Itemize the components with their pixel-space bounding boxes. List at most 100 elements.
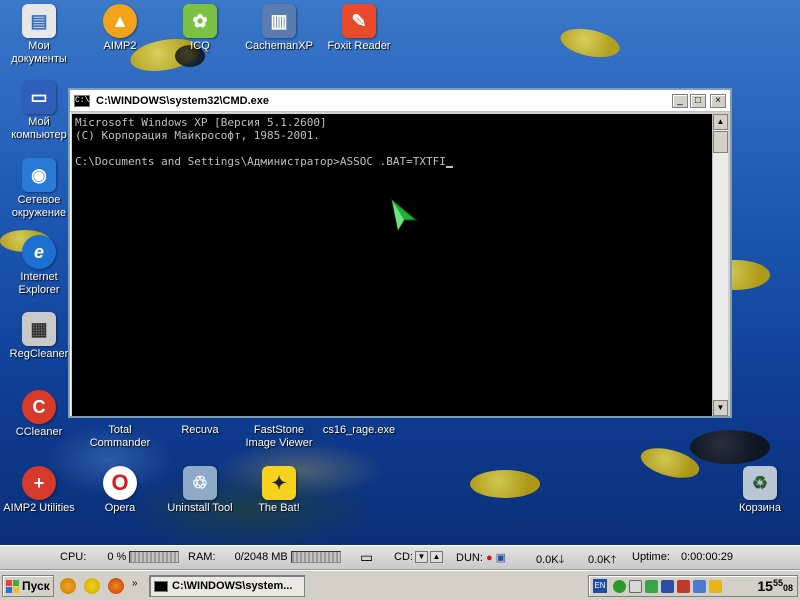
wallpaper-fish: [557, 24, 623, 62]
desktop-icon-recycle-bin[interactable]: ♻ Корзина: [722, 466, 798, 515]
taskbar-item-label: C:\WINDOWS\system...: [172, 580, 293, 592]
ram-value: 0/2048 MB: [234, 551, 288, 563]
desktop-icon-aimp2[interactable]: ▲ AIMP2: [82, 4, 158, 53]
tray-flag-icon[interactable]: [677, 580, 690, 593]
desktop-icon-icq[interactable]: ✿ ICQ: [162, 4, 238, 53]
cd-close-button[interactable]: ▲: [429, 551, 443, 564]
desktop-icon-internet-explorer[interactable]: e Internet Explorer: [1, 235, 77, 297]
close-button[interactable]: ×: [710, 93, 726, 108]
mail-quicklaunch-icon[interactable]: [84, 578, 100, 594]
regcleaner-icon: ▦: [22, 312, 56, 346]
taskbar-item-cmd[interactable]: C:\WINDOWS\system...: [149, 575, 305, 597]
upload-monitor: 0.0K🡑: [588, 551, 616, 570]
system-tray: EN 155508: [588, 575, 798, 597]
cmd-titlebar[interactable]: C:\ C:\WINDOWS\system32\CMD.exe _ □ ×: [70, 90, 730, 112]
dun-status-icon: ●: [485, 552, 493, 564]
tray-monitor-icon[interactable]: [661, 580, 674, 593]
desktop-icon-foxit-reader[interactable]: ✎ Foxit Reader: [321, 4, 397, 53]
icq-icon: ✿: [183, 4, 217, 38]
my-computer-icon: ▭: [22, 80, 56, 114]
dun-monitor: DUN: ● ▣: [456, 551, 506, 564]
desktop-icon-aimp2-utilities[interactable]: + AIMP2 Utilities: [1, 466, 77, 515]
my-documents-icon: ▤: [22, 4, 56, 38]
cpu-meter: [129, 551, 180, 564]
windows-flag-icon: [6, 579, 19, 593]
hdd-icon: ▭: [360, 549, 374, 565]
cmd-window[interactable]: C:\ C:\WINDOWS\system32\CMD.exe _ □ × Mi…: [68, 88, 732, 418]
desktop-icon-faststone[interactable]: FastStone Image Viewer: [241, 420, 317, 450]
cpu-label: CPU:: [60, 551, 87, 563]
download-monitor: 0.0K🡓: [536, 551, 564, 570]
desktop-icon-cachemanxp[interactable]: ▥ CachemanXP: [241, 4, 317, 53]
uptime-monitor: Uptime: 0:00:00:29: [632, 551, 733, 563]
console-line: (С) Корпорация Майкрософт, 1985-2001.: [75, 129, 321, 142]
up-arrow-icon: 🡑: [610, 554, 617, 566]
scroll-thumb[interactable]: [713, 131, 728, 153]
desktop-icon-uninstall-tool[interactable]: ♲ Uninstall Tool: [162, 466, 238, 515]
cd-monitor: CD: ▼ ▲: [394, 551, 443, 564]
desktop-icon-recuva[interactable]: Recuva: [162, 420, 238, 437]
cmd-app-icon[interactable]: C:\: [74, 94, 90, 107]
console-prompt-line: C:\Documents and Settings\Администратор>…: [75, 155, 711, 168]
network-places-icon: ◉: [22, 158, 56, 192]
aimp-quicklaunch-icon[interactable]: [60, 578, 76, 594]
maximize-button[interactable]: □: [690, 93, 706, 108]
quicklaunch-more-icon[interactable]: »: [132, 578, 138, 589]
ram-meter: [290, 551, 341, 564]
cd-label: CD:: [394, 551, 413, 563]
clock-hours: 15: [757, 578, 773, 594]
language-indicator[interactable]: EN: [593, 579, 607, 593]
ram-monitor: RAM: 0/2048 MB: [188, 551, 341, 564]
aimp2-icon: ▲: [103, 4, 137, 38]
desktop-icon-ccleaner[interactable]: C CCleaner: [1, 390, 77, 439]
opera-icon: O: [103, 466, 137, 500]
desktop-icon-my-documents[interactable]: ▤ Мои документы: [1, 4, 77, 66]
ccleaner-icon: C: [22, 390, 56, 424]
taskbar: Пуск » C:\WINDOWS\system... EN 155508: [0, 570, 800, 600]
clock-minutes: 55: [772, 578, 783, 588]
console-line: Microsoft Windows XP [Версия 5.1.2600]: [75, 116, 327, 129]
recycle-bin-icon: ♻: [743, 466, 777, 500]
foxit-reader-icon: ✎: [342, 4, 376, 38]
clock[interactable]: 155508: [757, 578, 793, 594]
firefox-quicklaunch-icon[interactable]: [108, 578, 124, 594]
desktop-icon-the-bat[interactable]: ✦ The Bat!: [241, 466, 317, 515]
cmd-window-title: C:\WINDOWS\system32\CMD.exe: [96, 94, 269, 107]
desktop-icon-my-computer[interactable]: ▭ Мой компьютер: [1, 80, 77, 142]
desktop-icon-cs16-exe[interactable]: cs16_rage.exe: [321, 420, 397, 437]
network-tray-icon[interactable]: [693, 580, 706, 593]
clock-seconds: 08: [782, 583, 793, 593]
desktop-icon-network-places[interactable]: ◉ Сетевое окружение: [1, 158, 77, 220]
ram-label: RAM:: [188, 551, 216, 563]
network-icon[interactable]: ▣: [496, 552, 506, 564]
volume-icon[interactable]: [629, 580, 642, 593]
cpu-monitor: CPU: 0 %: [60, 551, 180, 564]
upload-speed: 0.0K: [588, 554, 611, 566]
tray-green-icon[interactable]: [613, 580, 626, 593]
start-button[interactable]: Пуск: [2, 575, 54, 597]
down-arrow-icon: 🡓: [558, 554, 565, 566]
the-bat-icon: ✦: [262, 466, 296, 500]
cmd-task-icon: [154, 580, 168, 592]
download-speed: 0.0K: [536, 554, 559, 566]
scroll-up-button[interactable]: ▲: [713, 114, 728, 130]
tray-tool-icon[interactable]: [709, 580, 722, 593]
system-monitor-bar: CPU: 0 % RAM: 0/2048 MB ▭ CD: ▼ ▲ DUN: ● ▣…: [0, 545, 800, 570]
internet-explorer-icon: e: [22, 235, 56, 269]
cachemanxp-icon: ▥: [262, 4, 296, 38]
console-output[interactable]: Microsoft Windows XP [Версия 5.1.2600] (С…: [72, 114, 714, 416]
minimize-button[interactable]: _: [672, 93, 688, 108]
mouse-pointer-icon: [391, 198, 418, 232]
cd-eject-button[interactable]: ▼: [414, 551, 428, 564]
vertical-scrollbar[interactable]: ▲ ▼: [712, 114, 728, 416]
console-command: C:\Documents and Settings\Администратор>…: [75, 155, 446, 168]
desktop-icon-total-commander[interactable]: Total Commander: [82, 420, 158, 450]
uninstall-tool-icon: ♲: [183, 466, 217, 500]
dun-label: DUN:: [456, 552, 483, 564]
aimp2-utilities-icon: +: [22, 466, 56, 500]
scroll-down-button[interactable]: ▼: [713, 400, 728, 416]
desktop-icon-opera[interactable]: O Opera: [82, 466, 158, 515]
tray-app-icon[interactable]: [645, 580, 658, 593]
desktop-icon-regcleaner[interactable]: ▦ RegCleaner: [1, 312, 77, 361]
